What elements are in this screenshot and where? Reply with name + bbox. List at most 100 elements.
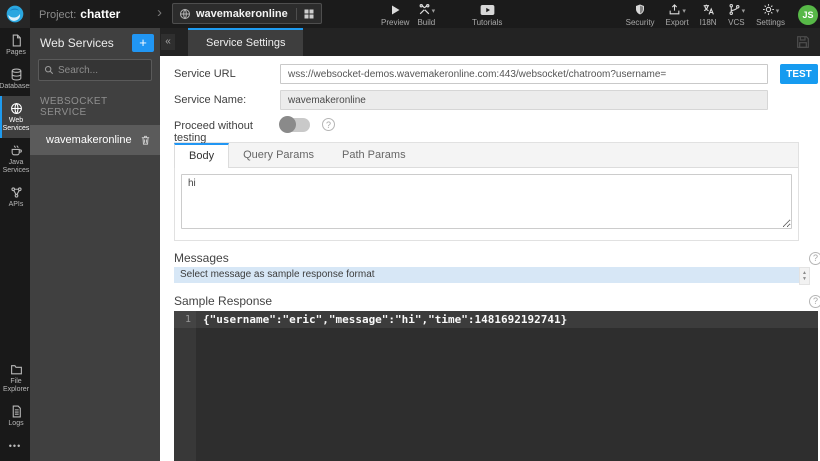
service-tab-label: wavemakeronline [196,7,288,20]
selected-message-row[interactable]: Select message as sample response format [174,267,799,283]
branch-icon [729,3,740,16]
rail-label: APIs [8,201,24,209]
messages-help-icon[interactable]: ? [809,251,820,265]
workspace: « Service Settings Service URL TEST Serv… [160,28,820,461]
settings-button[interactable]: ▾ Settings [756,3,785,27]
wavemaker-studio: Project: chatter › wavemakeronline Previe… [0,0,820,461]
test-button[interactable]: TEST [780,64,818,84]
rail-label: Databases [0,83,33,91]
i18n-button[interactable]: I18N [700,3,717,27]
collapse-panel-button[interactable]: « [161,34,175,50]
sidebar-item-pages[interactable]: Pages [0,28,30,62]
caret-down-icon: ▾ [775,8,780,15]
tutorials-button[interactable]: Tutorials [472,3,502,27]
play-icon [392,5,400,15]
sample-response-editor[interactable]: 1 {"username":"eric","message":"hi","tim… [174,311,818,461]
service-url-input[interactable] [280,64,768,84]
folder-icon [10,365,22,375]
tab-path-params[interactable]: Path Params [328,143,420,167]
service-name-label: Service Name: [174,94,247,106]
vcs-label: VCS [728,18,745,27]
sidebar-item-databases[interactable]: Databases [0,62,33,96]
build-button[interactable]: ▾ Build [417,3,435,27]
grid-icon[interactable] [295,7,321,20]
code-text: {"username":"eric","message":"hi","time"… [203,313,568,326]
database-icon [11,68,21,81]
request-params-panel: Body Query Params Path Params hi [174,142,799,241]
vcs-button[interactable]: ▾ VCS [728,3,746,27]
sidebar-item-file-explorer[interactable]: File Explorer [0,357,30,399]
help-icon[interactable]: ? [322,118,335,131]
settings-label: Settings [756,18,785,27]
sample-response-help-icon[interactable]: ? [809,294,820,308]
preview-button[interactable]: Preview [381,3,409,27]
youtube-icon [480,5,495,15]
sidebar-item-logs[interactable]: Logs [0,399,30,433]
i18n-label: I18N [699,18,717,27]
translate-icon [703,4,714,15]
tab-query-params[interactable]: Query Params [229,143,328,167]
tab-body[interactable]: Body [174,143,230,168]
project-label: Project: [39,9,77,21]
sample-response-title: Sample Response [174,294,273,308]
service-list-item[interactable]: wavemakeronline [30,125,160,155]
rail-label: Java Services [2,159,30,175]
scroll-down-icon[interactable]: ▼ [802,276,807,282]
build-label: Build [417,18,436,27]
export-button[interactable]: ▾ Export [666,3,689,27]
workspace-tabstrip: « Service Settings [160,28,820,56]
project-breadcrumb: Project: chatter [39,7,120,21]
delete-service-icon[interactable] [140,134,151,146]
topbar-right-actions: Security ▾ Export I18N ▾ VCS ▾ Settings … [626,3,818,27]
globe-icon [10,102,22,115]
user-avatar[interactable]: JS [798,5,818,25]
top-bar: Project: chatter › wavemakeronline Previe… [0,0,820,28]
websocket-service-section-title: WEBSOCKET SERVICE [40,96,108,118]
sidebar-item-apis[interactable]: APIs [0,180,30,214]
messages-scrollbar[interactable]: ▲ ▼ [799,267,810,285]
service-settings-content: Service URL TEST Service Name: Proceed w… [160,56,820,461]
messages-title: Messages [174,251,229,265]
sidebar-item-web-services[interactable]: Web Services [0,96,30,139]
proceed-without-testing-toggle[interactable] [279,116,310,133]
open-service-tab[interactable]: wavemakeronline [172,3,322,24]
coffee-cup-icon [11,145,22,156]
line-number: 1 [174,311,196,328]
body-textarea[interactable]: hi [181,174,792,229]
messages-header: Messages ? [174,251,820,265]
rail-label: Pages [6,49,26,56]
export-label: Export [665,18,689,27]
topbar-center-actions: Preview ▾ Build [381,3,435,27]
document-icon [12,34,21,47]
caret-down-icon: ▾ [431,8,436,15]
request-tabs: Body Query Params Path Params [174,143,798,168]
save-icon[interactable] [795,34,811,50]
wavemaker-logo[interactable] [0,0,30,28]
service-url-label: Service URL [174,68,236,80]
tab-service-settings[interactable]: Service Settings [188,28,304,56]
editor-empty-area[interactable] [174,328,818,461]
sidebar-item-java-services[interactable]: Java Services [0,138,30,180]
security-label: Security [625,18,655,27]
caret-down-icon: ▾ [682,8,686,15]
globe-icon [179,8,191,20]
web-services-panel: Web Services + WEBSOCKET SERVICE wavemak… [30,28,160,461]
sample-response-header: Sample Response ? [174,294,820,308]
search-icon [44,65,54,75]
code-line[interactable]: 1 {"username":"eric","message":"hi","tim… [174,311,818,328]
caret-down-icon: ▾ [741,8,746,15]
more-options-icon[interactable]: ••• [0,433,30,461]
security-button[interactable]: Security [626,3,655,27]
tutorials-label: Tutorials [472,18,503,27]
search-input[interactable] [58,64,146,76]
editor-gutter [174,328,196,461]
service-search[interactable] [38,59,152,81]
panel-title: Web Services [40,36,114,50]
add-service-button[interactable]: + [132,34,154,52]
chevron-right-icon: › [157,4,162,21]
log-file-icon [12,405,21,418]
rail-label: Logs [8,419,24,427]
left-icon-rail: Pages Databases Web Services Java Servic… [0,28,33,461]
export-upload-icon [669,4,680,15]
rail-label: File Explorer [2,377,30,393]
